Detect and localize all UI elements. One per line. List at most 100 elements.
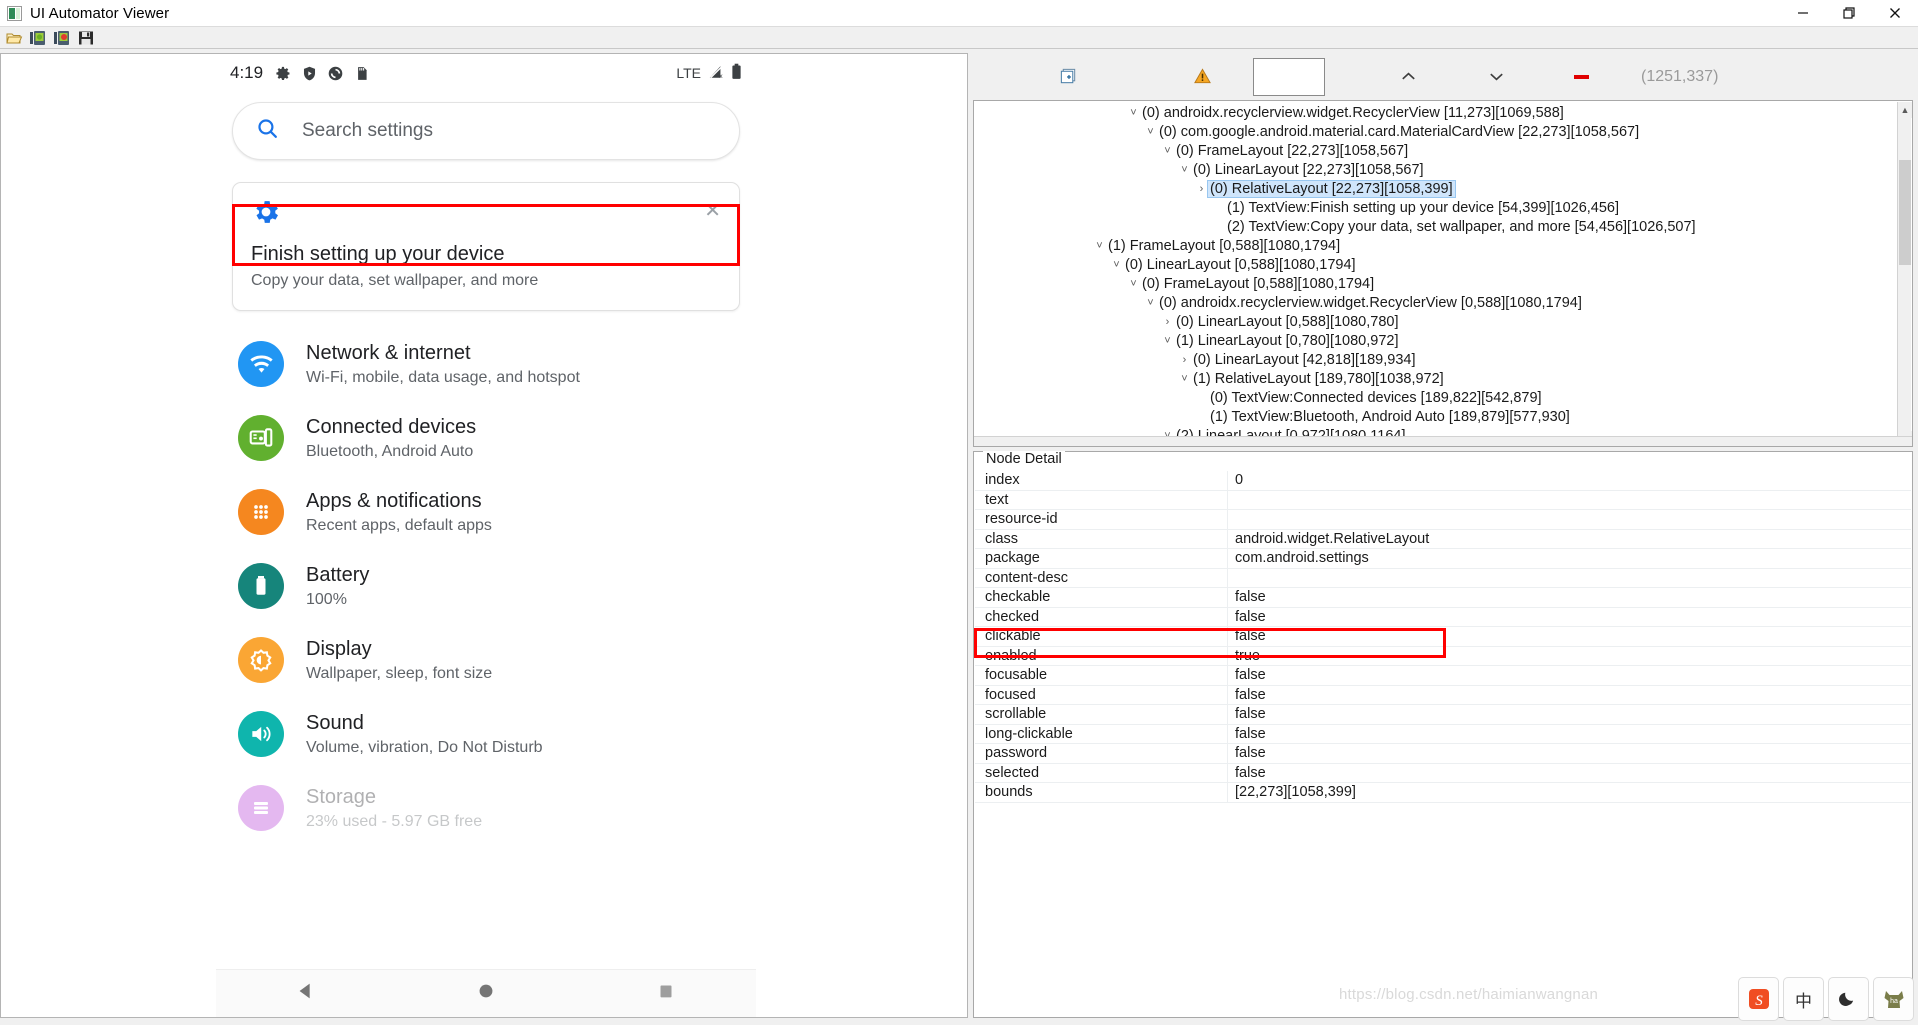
minimize-button[interactable]: [1780, 0, 1826, 27]
tree-node[interactable]: (2) TextView:Copy your data, set wallpap…: [974, 217, 1912, 236]
settings-row-subtitle: Bluetooth, Android Auto: [306, 442, 474, 460]
search-settings-bar[interactable]: Search settings: [232, 102, 740, 160]
tree-node[interactable]: (1) TextView:Finish setting up your devi…: [974, 198, 1912, 217]
chevron-down-icon[interactable]: ˅: [1178, 164, 1191, 176]
tree-node-label: (0) LinearLayout [0,588][1080,780]: [1176, 313, 1399, 330]
sogou-logo-icon[interactable]: ha: [1873, 977, 1914, 1021]
tree-node[interactable]: (0) TextView:Connected devices [189,822]…: [974, 388, 1912, 407]
node-detail-value: false: [1235, 725, 1266, 742]
settings-row-storage[interactable]: Storage 23% used - 5.97 GB free: [216, 771, 756, 845]
chevron-right-icon[interactable]: ›: [1161, 316, 1174, 328]
expand-all-icon[interactable]: [1035, 67, 1101, 86]
chevron-down-icon[interactable]: ˅: [1127, 278, 1140, 290]
node-detail-row[interactable]: content-desc: [975, 568, 1911, 588]
tree-node[interactable]: › (0) LinearLayout [0,588][1080,780]: [974, 312, 1912, 331]
settings-row-text: Network & internet Wi-Fi, mobile, data u…: [306, 342, 580, 387]
back-triangle-icon[interactable]: [295, 980, 317, 1007]
warning-icon[interactable]: [1169, 67, 1235, 86]
settings-row-connected-devices[interactable]: Connected devices Bluetooth, Android Aut…: [216, 401, 756, 475]
tree-node[interactable]: ˅ (0) com.google.android.material.card.Ma…: [974, 122, 1912, 141]
close-button[interactable]: [1872, 0, 1918, 27]
node-detail-key: long-clickable: [975, 724, 1228, 743]
node-detail-row[interactable]: clickable false: [975, 627, 1911, 647]
node-detail-row[interactable]: bounds [22,273][1058,399]: [975, 783, 1911, 803]
settings-row-subtitle: 23% used - 5.97 GB free: [306, 812, 483, 830]
node-detail-value: com.android.settings: [1235, 550, 1369, 567]
settings-row-battery[interactable]: Battery 100%: [216, 549, 756, 623]
apps-grid-icon: [238, 489, 284, 535]
node-detail-row[interactable]: scrollable false: [975, 705, 1911, 725]
node-detail-row[interactable]: text: [975, 490, 1911, 510]
device-screenshot-icon[interactable]: [29, 29, 47, 47]
recents-square-icon[interactable]: [655, 980, 677, 1007]
tree-node[interactable]: ˅ (1) LinearLayout [0,780][1080,972]: [974, 331, 1912, 350]
moon-icon[interactable]: [1828, 977, 1869, 1021]
home-circle-icon[interactable]: [475, 980, 497, 1007]
tree-vertical-scrollbar[interactable]: ▲ ▼: [1897, 102, 1912, 446]
search-input-placeholder[interactable]: Search settings: [302, 120, 433, 142]
chevron-down-icon[interactable]: ˅: [1144, 126, 1157, 138]
shield-icon: [301, 65, 318, 82]
node-detail-row[interactable]: password false: [975, 744, 1911, 764]
tree-node[interactable]: (1) TextView:Bluetooth, Android Auto [18…: [974, 407, 1912, 426]
open-file-icon[interactable]: [5, 29, 23, 47]
chevron-down-icon[interactable]: ˅: [1110, 259, 1123, 271]
scroll-up-arrow-icon[interactable]: ▲: [1898, 102, 1912, 118]
node-detail-row[interactable]: long-clickable false: [975, 724, 1911, 744]
settings-row-display[interactable]: Display Wallpaper, sleep, font size: [216, 623, 756, 697]
system-tray: S 中 ha: [1738, 977, 1914, 1021]
tree-node[interactable]: ˅ (0) LinearLayout [0,588][1080,1794]: [974, 255, 1912, 274]
chevron-right-icon[interactable]: ›: [1178, 354, 1191, 366]
tree-node[interactable]: ˅ (1) RelativeLayout [189,780][1038,972]: [974, 369, 1912, 388]
clear-red-icon[interactable]: [1549, 72, 1615, 82]
save-icon[interactable]: [77, 29, 95, 47]
tree-node-label: (0) LinearLayout [42,818][189,934]: [1193, 351, 1416, 368]
node-detail-row[interactable]: focused false: [975, 685, 1911, 705]
close-icon[interactable]: ✕: [704, 201, 721, 221]
tree-node[interactable]: ˅ (0) LinearLayout [22,273][1058,567]: [974, 160, 1912, 179]
node-detail-row[interactable]: package com.android.settings: [975, 549, 1911, 569]
hierarchy-tree[interactable]: ˅ (0) androidx.recyclerview.widget.Recycl…: [973, 100, 1913, 447]
chevron-down-icon[interactable]: ˅: [1144, 297, 1157, 309]
settings-row-apps[interactable]: Apps & notifications Recent apps, defaul…: [216, 475, 756, 549]
tree-node[interactable]: › (0) RelativeLayout [22,273][1058,399]: [974, 179, 1912, 198]
tree-node[interactable]: ˅ (1) FrameLayout [0,588][1080,1794]: [974, 236, 1912, 255]
settings-row-sound[interactable]: Sound Volume, vibration, Do Not Disturb: [216, 697, 756, 771]
tree-horizontal-scrollbar[interactable]: [974, 436, 1912, 446]
device-screen[interactable]: 4:19 LTE x Search settings ✕ Finish sett…: [216, 54, 756, 1017]
node-detail-row[interactable]: index 0: [975, 471, 1911, 491]
main-toolbar: [0, 27, 1918, 49]
node-detail-row[interactable]: selected false: [975, 763, 1911, 783]
node-detail-row[interactable]: class android.widget.RelativeLayout: [975, 529, 1911, 549]
tree-node[interactable]: ˅ (0) androidx.recyclerview.widget.Recycl…: [974, 103, 1912, 122]
status-time: 4:19: [230, 63, 264, 82]
chevron-down-icon[interactable]: ˅: [1161, 335, 1174, 347]
chevron-right-icon[interactable]: ›: [1195, 183, 1208, 195]
tree-node-label: (2) TextView:Copy your data, set wallpap…: [1227, 218, 1696, 235]
node-detail-row[interactable]: checked false: [975, 607, 1911, 627]
tree-scroll-thumb[interactable]: [1899, 160, 1911, 265]
finish-setup-card[interactable]: ✕ Finish setting up your device Copy you…: [232, 182, 740, 311]
node-detail-row[interactable]: enabled true: [975, 646, 1911, 666]
tree-node[interactable]: ˅ (0) FrameLayout [0,588][1080,1794]: [974, 274, 1912, 293]
chevron-up-icon[interactable]: [1375, 70, 1441, 83]
tree-node[interactable]: › (0) LinearLayout [42,818][189,934]: [974, 350, 1912, 369]
tree-node[interactable]: ˅ (0) androidx.recyclerview.widget.Recycl…: [974, 293, 1912, 312]
sogou-ime-icon[interactable]: S: [1738, 977, 1779, 1021]
node-detail-row[interactable]: resource-id: [975, 510, 1911, 530]
node-detail-row[interactable]: checkable false: [975, 588, 1911, 608]
chevron-down-icon[interactable]: [1463, 70, 1529, 83]
tree-node[interactable]: ˅ (0) FrameLayout [22,273][1058,567]: [974, 141, 1912, 160]
maximize-button[interactable]: [1826, 0, 1872, 27]
chinese-input-icon[interactable]: 中: [1783, 977, 1824, 1021]
device-screenshot-compressed-icon[interactable]: [53, 29, 71, 47]
chevron-down-icon[interactable]: ˅: [1093, 240, 1106, 252]
chevron-down-icon[interactable]: ˅: [1178, 373, 1191, 385]
tree-search-input[interactable]: [1253, 57, 1325, 96]
storage-icon: [238, 785, 284, 831]
node-detail-row[interactable]: focusable false: [975, 666, 1911, 686]
settings-row-network[interactable]: Network & internet Wi-Fi, mobile, data u…: [216, 327, 756, 401]
chevron-down-icon[interactable]: ˅: [1127, 107, 1140, 119]
settings-row-title: Connected devices: [306, 415, 477, 438]
chevron-down-icon[interactable]: ˅: [1161, 145, 1174, 157]
